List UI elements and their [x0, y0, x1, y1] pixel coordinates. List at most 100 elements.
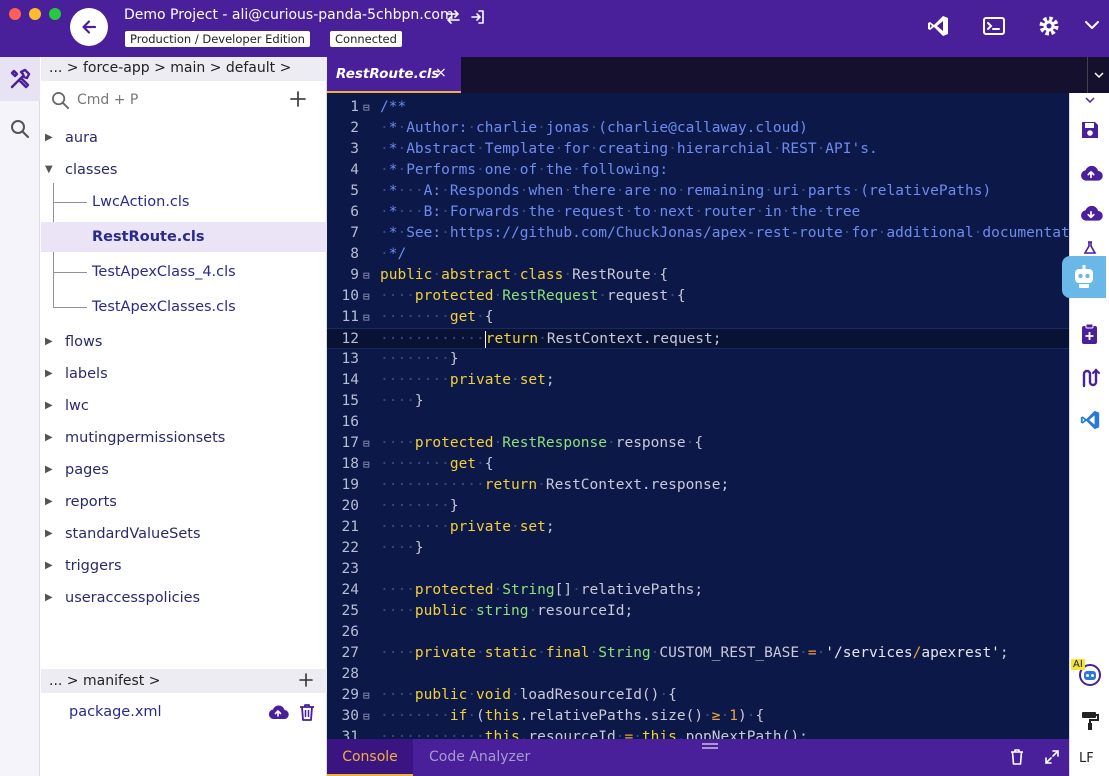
- minimize-window-button[interactable]: [29, 8, 41, 20]
- code-line[interactable]: 10 ⊟ ····protected·RestRequest·request·{: [327, 286, 1069, 307]
- fold-toggle-icon[interactable]: ⊟: [363, 265, 370, 286]
- back-button[interactable]: [70, 8, 108, 46]
- line-number: 7: [350, 225, 359, 241]
- maximize-window-button[interactable]: [49, 8, 61, 20]
- code-text: ········}: [380, 498, 459, 514]
- tab-code-analyzer[interactable]: Code Analyzer: [429, 739, 530, 776]
- tree-file-testapexclass-4[interactable]: TestApexClass_4.cls: [41, 257, 327, 287]
- ai-assistant-button[interactable]: [1062, 256, 1106, 298]
- swap-arrows-icon[interactable]: [445, 9, 461, 25]
- tree-folder-label: standardValueSets: [65, 526, 201, 542]
- tree-folder-useraccesspolicies[interactable]: ▶ useraccesspolicies: [41, 585, 327, 611]
- code-editor[interactable]: 1 ⊟/** 2 ·*·Author:·charlie·jonas·(charlie@…: [327, 93, 1069, 739]
- vscode-icon[interactable]: [926, 14, 950, 38]
- plus-icon[interactable]: [299, 673, 313, 687]
- code-line[interactable]: 11 ⊟ ········get·{: [327, 307, 1069, 328]
- code-line[interactable]: 6 ·*···B:·Forwards·the·request·to·next·ro…: [327, 202, 1069, 223]
- close-icon[interactable]: ×: [435, 65, 447, 81]
- tree-folder-reports[interactable]: ▶ reports: [41, 489, 327, 515]
- code-line[interactable]: 2 ·*·Author:·charlie·jonas·(charlie@calla…: [327, 118, 1069, 139]
- save-icon[interactable]: [1079, 119, 1101, 141]
- tree-folder-classes[interactable]: ▼ classes: [41, 157, 327, 183]
- code-line[interactable]: 20 ········}: [327, 496, 1069, 517]
- code-line[interactable]: 23: [327, 559, 1069, 580]
- tree-folder-labels[interactable]: ▶ labels: [41, 361, 327, 387]
- drag-handle-icon[interactable]: [702, 742, 718, 750]
- code-line[interactable]: 9 ⊟ public·abstract·class·RestRoute·{: [327, 265, 1069, 286]
- line-number: 24: [341, 582, 359, 598]
- code-line[interactable]: 22 ····}: [327, 538, 1069, 559]
- tree-folder-triggers[interactable]: ▶ triggers: [41, 553, 327, 579]
- fold-toggle-icon[interactable]: ⊟: [363, 433, 370, 454]
- close-window-button[interactable]: [9, 8, 21, 20]
- code-line[interactable]: 12 ············return·RestContext.request…: [327, 328, 1069, 349]
- line-number: 21: [341, 519, 359, 535]
- login-icon[interactable]: [470, 9, 486, 25]
- code-line[interactable]: 18 ⊟ ········get·{: [327, 454, 1069, 475]
- cloud-upload-icon[interactable]: [267, 703, 289, 721]
- cloud-download-icon[interactable]: [1079, 203, 1103, 223]
- code-line[interactable]: 16: [327, 412, 1069, 433]
- code-line[interactable]: 21 ········private·set;: [327, 517, 1069, 538]
- tree-folder-pages[interactable]: ▶ pages: [41, 457, 327, 483]
- fold-toggle-icon[interactable]: ⊟: [363, 97, 370, 118]
- tab-overflow-button[interactable]: [1087, 57, 1109, 93]
- tab-console[interactable]: Console: [327, 739, 413, 776]
- code-line[interactable]: 31 ············this.resourceId·=·this.pop…: [327, 727, 1069, 739]
- tree-file-package-xml[interactable]: package.xml: [41, 699, 327, 725]
- line-ending-indicator[interactable]: LF: [1079, 751, 1094, 766]
- activity-tools-button[interactable]: [0, 57, 40, 101]
- code-line[interactable]: 30 ⊟ ········if·(this.relativePaths.size()…: [327, 706, 1069, 727]
- vscode-icon[interactable]: [1079, 409, 1101, 431]
- fold-toggle-icon[interactable]: ⊟: [363, 706, 370, 727]
- fold-toggle-icon[interactable]: ⊟: [363, 286, 370, 307]
- fold-toggle-icon[interactable]: ⊟: [363, 454, 370, 475]
- chevron-down-icon[interactable]: [1085, 20, 1099, 30]
- tree-file-testapexclasses[interactable]: TestApexClasses.cls: [41, 292, 327, 322]
- tree-folder-lwc[interactable]: ▶ lwc: [41, 393, 327, 419]
- chevron-down-icon[interactable]: [1085, 97, 1095, 104]
- breadcrumb[interactable]: ... > force-app > main > default >: [41, 57, 327, 81]
- code-line[interactable]: 27 ····private·static·final·String·CUSTOM…: [327, 643, 1069, 664]
- manifest-breadcrumb[interactable]: ... > manifest >: [41, 669, 327, 693]
- code-line[interactable]: 14 ········private·set;: [327, 370, 1069, 391]
- code-line[interactable]: 24 ····protected·String[]·relativePaths;: [327, 580, 1069, 601]
- activity-search-button[interactable]: [0, 109, 40, 149]
- code-line[interactable]: 28: [327, 664, 1069, 685]
- code-line[interactable]: 19 ············return·RestContext.respons…: [327, 475, 1069, 496]
- tab-restroute[interactable]: RestRoute.cls ×: [327, 57, 461, 93]
- code-line[interactable]: 29 ⊟ ····public·void·loadResourceId()·{: [327, 685, 1069, 706]
- cloud-upload-icon[interactable]: [1079, 163, 1103, 183]
- code-line[interactable]: 1 ⊟ /**: [327, 97, 1069, 118]
- trash-icon[interactable]: [299, 703, 315, 721]
- code-line[interactable]: 26: [327, 622, 1069, 643]
- code-line[interactable]: 15 ····}: [327, 391, 1069, 412]
- org-type-badge: Production / Developer Edition: [125, 31, 310, 47]
- fold-toggle-icon[interactable]: ⊟: [363, 307, 370, 328]
- tree-folder-mutingpermissionsets[interactable]: ▶ mutingpermissionsets: [41, 425, 327, 451]
- code-line[interactable]: 25 ····public·string·resourceId;: [327, 601, 1069, 622]
- tree-folder-aura[interactable]: ▶ aura: [41, 125, 327, 151]
- tree-folder-standardvaluesets[interactable]: ▶ standardValueSets: [41, 521, 327, 547]
- code-line[interactable]: 3 ·*·Abstract·Template·for·creating·hiera…: [327, 139, 1069, 160]
- code-line[interactable]: 13 ········}: [327, 349, 1069, 370]
- terminal-icon[interactable]: [982, 14, 1006, 38]
- code-line[interactable]: 7 ·*·See:·https://github.com/ChuckJonas/a…: [327, 223, 1069, 244]
- tree-folder-flows[interactable]: ▶ flows: [41, 329, 327, 355]
- file-search-input[interactable]: [77, 89, 277, 111]
- tree-file-lwcaction[interactable]: LwcAction.cls: [41, 187, 327, 217]
- code-line[interactable]: 17 ⊟ ····protected·RestResponse·response·{: [327, 433, 1069, 454]
- expand-icon[interactable]: [1044, 749, 1060, 765]
- gear-icon[interactable]: [1037, 14, 1061, 38]
- plus-icon[interactable]: [289, 90, 307, 108]
- code-line[interactable]: 5 ·*···A:·Responds·when·there·are·no·rema…: [327, 181, 1069, 202]
- tree-file-restroute[interactable]: RestRoute.cls: [41, 222, 327, 252]
- code-line[interactable]: 4 ·*·Performs·one·of·the·following:: [327, 160, 1069, 181]
- route-icon[interactable]: [1079, 367, 1101, 389]
- paint-roller-icon[interactable]: [1079, 709, 1101, 731]
- fold-toggle-icon[interactable]: ⊟: [363, 685, 370, 706]
- trash-icon[interactable]: [1010, 749, 1024, 765]
- flask-icon[interactable]: [1083, 241, 1097, 255]
- clipboard-add-icon[interactable]: [1079, 323, 1101, 345]
- code-line[interactable]: 8 ·*/: [327, 244, 1069, 265]
